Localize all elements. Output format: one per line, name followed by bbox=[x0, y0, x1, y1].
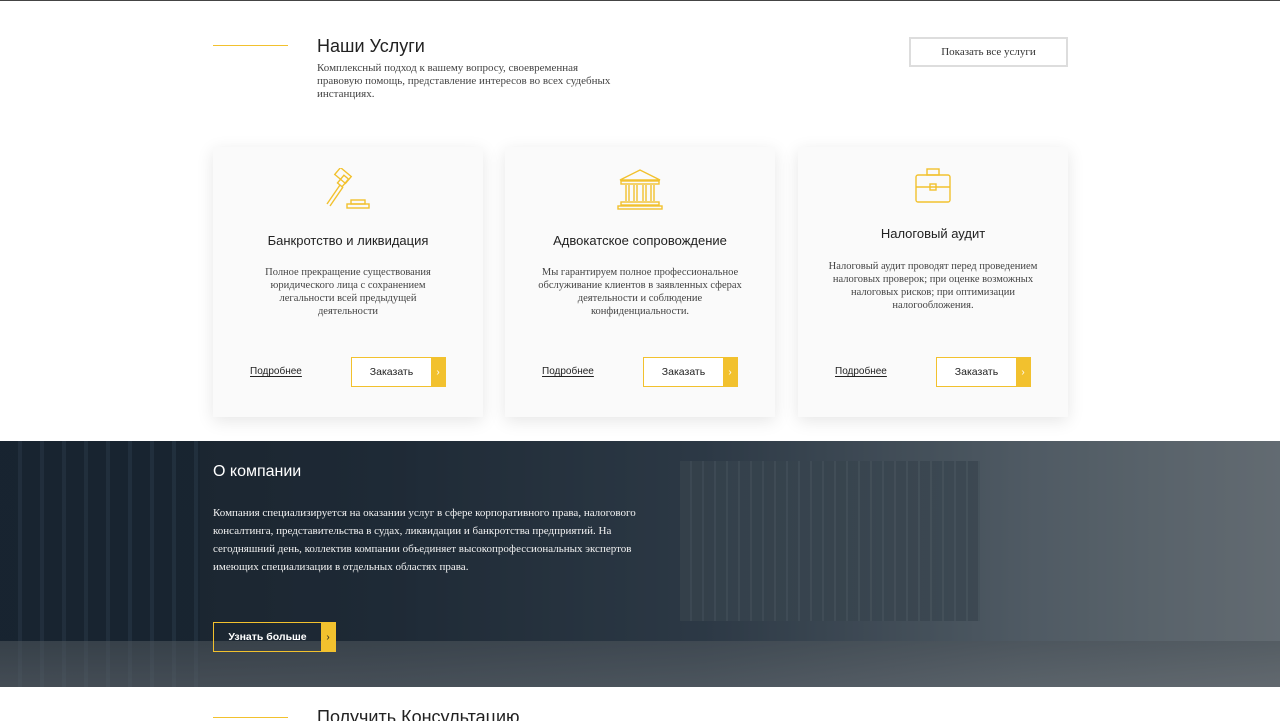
services-description: Комплексный подход к вашему вопросу, сво… bbox=[317, 62, 611, 100]
about-title: О компании bbox=[213, 463, 302, 480]
service-card-advocacy: Адвокатское сопровождение Мы гарантируем… bbox=[505, 147, 775, 417]
card-description: Налоговый аудит проводят перед проведени… bbox=[828, 261, 1038, 311]
services-title: Наши Услуги bbox=[317, 36, 425, 56]
more-link[interactable]: Подробнее bbox=[542, 366, 594, 377]
service-card-bankruptcy: Банкротство и ликвидация Полное прекраще… bbox=[213, 147, 483, 417]
card-title: Налоговый аудит bbox=[880, 226, 986, 241]
consultation-title: Получить Консультацию bbox=[317, 707, 520, 721]
more-link[interactable]: Подробнее bbox=[250, 366, 302, 377]
learn-more-label: Узнать больше bbox=[228, 631, 307, 643]
card-title: Банкротство и ликвидация bbox=[267, 233, 429, 248]
order-label: Заказать bbox=[954, 366, 999, 378]
about-text: Компания специализируется на оказании ус… bbox=[213, 507, 636, 573]
courthouse-icon bbox=[617, 168, 663, 215]
section-accent-line bbox=[213, 45, 288, 46]
card-title: Адвокатское сопровождение bbox=[553, 233, 727, 248]
chevron-right-icon: › bbox=[1016, 358, 1030, 386]
about-section: О компании Компания специализируется на … bbox=[0, 441, 1280, 687]
learn-more-button[interactable]: Узнать больше › bbox=[213, 622, 336, 652]
order-label: Заказать bbox=[369, 366, 414, 378]
top-border bbox=[0, 0, 1280, 1]
gavel-icon bbox=[323, 166, 373, 215]
card-description: Мы гарантируем полное профессиональное о… bbox=[538, 267, 742, 317]
order-label: Заказать bbox=[661, 366, 706, 378]
order-button[interactable]: Заказать › bbox=[936, 357, 1031, 387]
order-button[interactable]: Заказать › bbox=[643, 357, 738, 387]
chevron-right-icon: › bbox=[431, 358, 445, 386]
chevron-right-icon: › bbox=[321, 623, 335, 651]
show-all-services-button[interactable]: Показать все услуги bbox=[909, 37, 1068, 67]
section-accent-line bbox=[213, 717, 288, 718]
service-card-tax-audit: Налоговый аудит Налоговый аудит проводят… bbox=[798, 147, 1068, 417]
chevron-right-icon: › bbox=[723, 358, 737, 386]
briefcase-icon bbox=[914, 168, 952, 209]
card-description: Полное прекращение существования юридиче… bbox=[265, 267, 431, 317]
order-button[interactable]: Заказать › bbox=[351, 357, 446, 387]
more-link[interactable]: Подробнее bbox=[835, 366, 887, 377]
